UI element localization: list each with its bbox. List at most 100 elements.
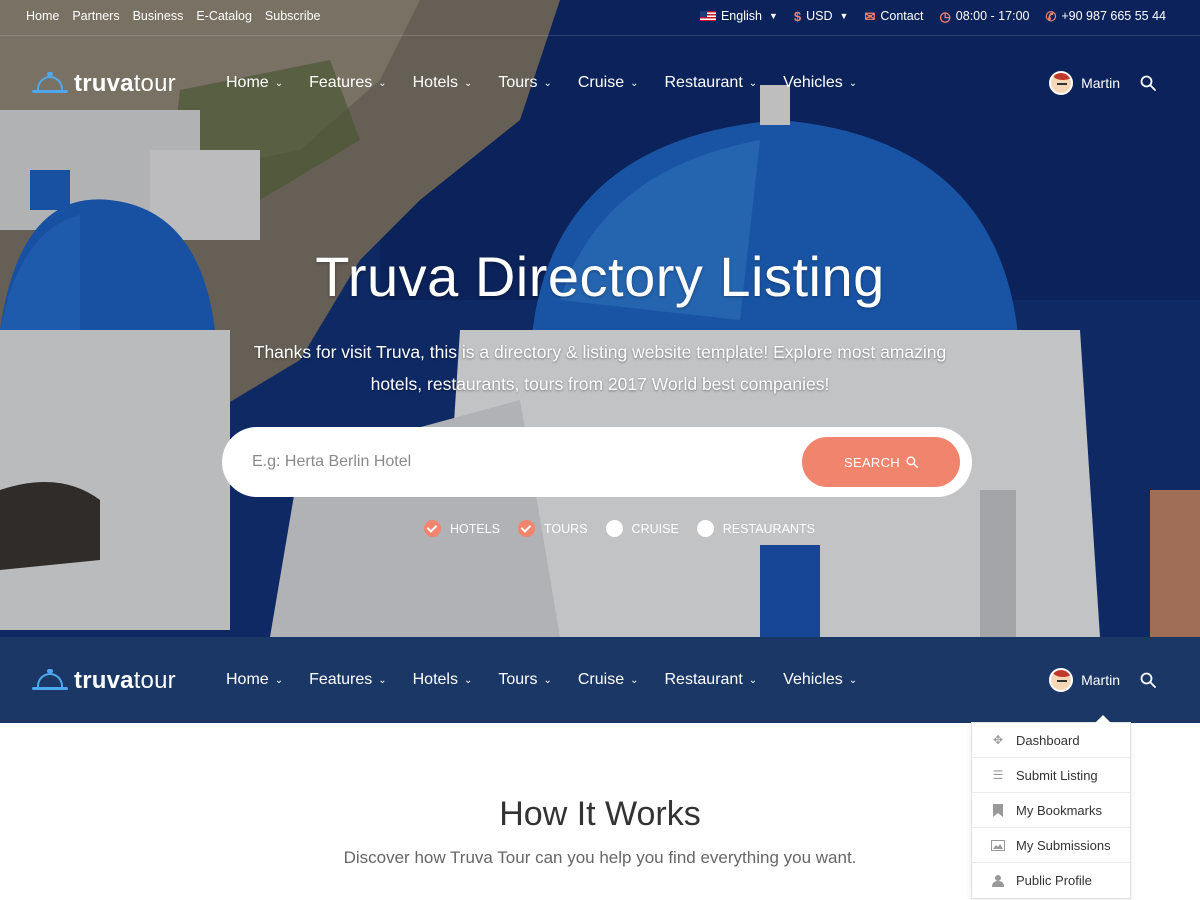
contact-link[interactable]: ✉ Contact xyxy=(864,9,923,23)
user-icon xyxy=(991,874,1005,888)
filter-tours[interactable]: TOURS xyxy=(518,520,588,537)
nav-item-home[interactable]: Home ⌄ xyxy=(226,671,283,689)
us-flag-icon xyxy=(699,11,716,21)
user-name: Martin xyxy=(1081,672,1120,688)
topbar-links: Home Partners Business E-Catalog Subscri… xyxy=(26,9,321,23)
chevron-down-icon: ⌄ xyxy=(463,674,473,686)
phone-label: +90 987 665 55 44 xyxy=(1061,9,1166,23)
logo-text: truvatour xyxy=(74,70,176,97)
checkbox-checked-icon[interactable] xyxy=(424,520,441,537)
nav-item-restaurant[interactable]: Restaurant ⌄ xyxy=(665,671,758,689)
menu-item-dashboard[interactable]: ✥ Dashboard xyxy=(972,723,1130,758)
chevron-down-icon: ⌄ xyxy=(543,674,552,686)
contact-label: Contact xyxy=(880,9,924,23)
chevron-down-icon: ▼ xyxy=(768,11,778,21)
avatar xyxy=(1049,71,1074,95)
topbar-link-business[interactable]: Business xyxy=(133,9,184,23)
chevron-down-icon: ⌄ xyxy=(630,77,639,89)
reception-bell-icon xyxy=(32,72,68,96)
sticky-navbar: truvatour Home ⌄ Features ⌄ Hotels ⌄ Tours ⌄… xyxy=(0,637,1200,723)
filter-cruise[interactable]: CRUISE xyxy=(605,520,679,537)
reception-bell-icon xyxy=(32,669,68,693)
language-selector[interactable]: English ▼ xyxy=(699,9,778,23)
nav-item-tours[interactable]: Tours ⌄ xyxy=(498,74,552,92)
search-icon[interactable] xyxy=(1140,75,1156,91)
hours-label: 08:00 - 17:00 xyxy=(955,9,1030,23)
chevron-down-icon: ⌄ xyxy=(463,77,473,89)
nav-item-hotels[interactable]: Hotels ⌄ xyxy=(413,671,473,689)
hero-subtitle: Thanks for visit Truva, this is a direct… xyxy=(253,342,947,394)
filter-hotels[interactable]: HOTELS xyxy=(424,520,500,537)
opening-hours: ◷ 08:00 - 17:00 xyxy=(939,9,1029,23)
search-icon xyxy=(906,456,918,468)
site-logo[interactable]: truvatour xyxy=(32,70,176,98)
menu-item-public-profile[interactable]: Public Profile xyxy=(972,863,1130,898)
search-filters: HOTELS TOURS CRUISE RESTAURANTS xyxy=(424,520,815,537)
chevron-down-icon: ⌄ xyxy=(274,674,284,686)
main-menu: Home ⌄ Features ⌄ Hotels ⌄ Tours ⌄ Cruise ⌄ R… xyxy=(226,671,883,689)
nav-item-features[interactable]: Features ⌄ xyxy=(309,74,387,92)
user-menu-toggle[interactable]: Martin xyxy=(1049,71,1120,95)
search-icon[interactable] xyxy=(1140,672,1156,688)
nav-item-home[interactable]: Home ⌄ xyxy=(226,74,283,92)
checkbox-unchecked-icon[interactable] xyxy=(605,520,623,537)
bookmark-icon xyxy=(991,803,1005,817)
user-menu-toggle[interactable]: Martin xyxy=(1049,668,1120,692)
menu-item-my-submissions[interactable]: My Submissions xyxy=(972,828,1130,863)
clock-icon: ◷ xyxy=(939,8,951,24)
filter-restaurants[interactable]: RESTAURANTS xyxy=(696,520,815,537)
image-icon xyxy=(991,838,1005,852)
filter-label: CRUISE xyxy=(631,521,679,536)
chevron-down-icon: ⌄ xyxy=(848,674,858,686)
filter-label: TOURS xyxy=(544,521,588,536)
currency-selector[interactable]: $ USD ▼ xyxy=(794,9,849,23)
filter-label: RESTAURANTS xyxy=(722,521,815,536)
nav-item-features[interactable]: Features ⌄ xyxy=(309,671,387,689)
phone-icon: ✆ xyxy=(1045,8,1057,24)
main-menu: Home ⌄ Features ⌄ Hotels ⌄ Tours ⌄ Cruise ⌄ R… xyxy=(226,74,883,92)
nav-item-hotels[interactable]: Hotels ⌄ xyxy=(413,74,473,92)
mail-icon: ✉ xyxy=(864,8,876,24)
search-input[interactable] xyxy=(252,447,772,477)
language-label: English xyxy=(720,9,762,23)
topbar-link-home[interactable]: Home xyxy=(26,9,59,23)
chevron-down-icon: ⌄ xyxy=(630,674,639,686)
checkbox-unchecked-icon[interactable] xyxy=(696,520,714,537)
nav-item-cruise[interactable]: Cruise ⌄ xyxy=(578,671,639,689)
hero-search-box: SEARCH xyxy=(222,427,972,497)
checkbox-checked-icon[interactable] xyxy=(518,520,536,537)
hero-section: Home Partners Business E-Catalog Subscri… xyxy=(0,0,1200,637)
topbar-link-subscribe[interactable]: Subscribe xyxy=(265,9,321,23)
menu-item-submit-listing[interactable]: ☰ Submit Listing xyxy=(972,758,1130,793)
chevron-down-icon: ⌄ xyxy=(848,77,858,89)
chevron-down-icon: ⌄ xyxy=(274,77,284,89)
chevron-down-icon: ▼ xyxy=(839,11,849,21)
chevron-down-icon: ⌄ xyxy=(748,674,758,686)
nav-item-cruise[interactable]: Cruise ⌄ xyxy=(578,74,639,92)
currency-label: USD xyxy=(806,9,833,23)
menu-item-my-bookmarks[interactable]: My Bookmarks xyxy=(972,793,1130,828)
nav-item-restaurant[interactable]: Restaurant ⌄ xyxy=(665,74,758,92)
search-button[interactable]: SEARCH xyxy=(802,437,960,487)
hero-title: Truva Directory Listing xyxy=(315,245,885,308)
avatar xyxy=(1049,668,1074,692)
chevron-down-icon: ⌄ xyxy=(543,77,552,89)
site-logo[interactable]: truvatour xyxy=(32,667,176,695)
chevron-down-icon: ⌄ xyxy=(378,77,387,89)
filter-label: HOTELS xyxy=(450,521,501,536)
nav-item-tours[interactable]: Tours ⌄ xyxy=(498,671,552,689)
topbar-link-partners[interactable]: Partners xyxy=(72,9,119,23)
user-name: Martin xyxy=(1081,75,1120,91)
dollar-icon: $ xyxy=(793,8,802,24)
logo-text: truvatour xyxy=(74,667,176,694)
nav-item-vehicles[interactable]: Vehicles ⌄ xyxy=(783,74,857,92)
main-navbar: truvatour Home ⌄ Features ⌄ Hotels ⌄ Tours ⌄… xyxy=(0,40,1200,126)
nav-item-vehicles[interactable]: Vehicles ⌄ xyxy=(783,671,857,689)
crosshair-icon: ✥ xyxy=(992,733,1004,747)
list-icon: ☰ xyxy=(992,768,1004,782)
phone-number[interactable]: ✆ +90 987 665 55 44 xyxy=(1045,9,1166,23)
topbar-link-ecatalog[interactable]: E-Catalog xyxy=(196,9,252,23)
chevron-down-icon: ⌄ xyxy=(748,77,758,89)
user-dropdown-menu: ✥ Dashboard ☰ Submit Listing My Bookmark… xyxy=(971,715,1131,899)
chevron-down-icon: ⌄ xyxy=(378,674,387,686)
